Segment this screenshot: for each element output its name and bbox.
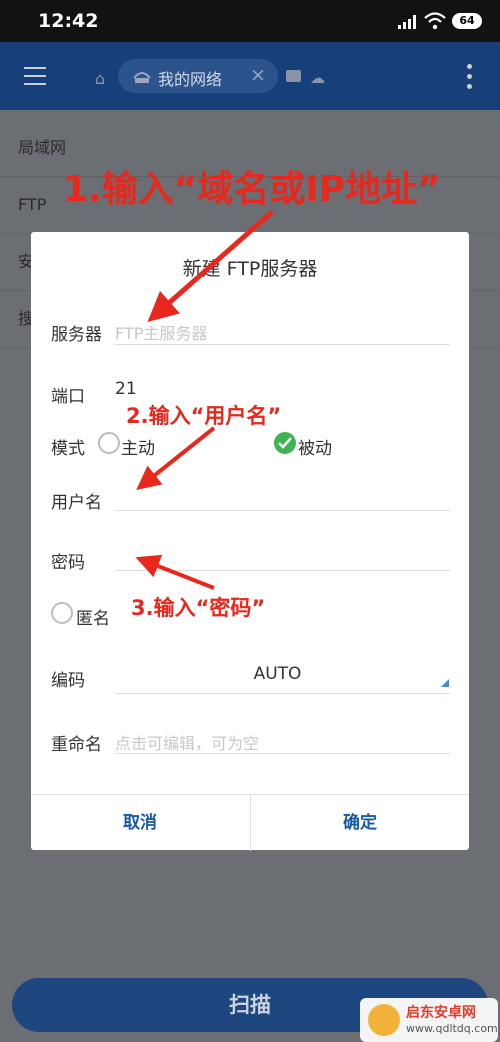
radio-active[interactable]: [98, 432, 120, 454]
server-underline: [115, 344, 450, 345]
encoding-underline: [115, 693, 450, 694]
signal-icon: [398, 15, 416, 29]
rename-label: 重命名: [51, 735, 102, 755]
tab-my-network[interactable]: 我的网络 ×: [118, 59, 278, 93]
check-icon: [278, 437, 292, 449]
home-icon[interactable]: ⌂: [95, 69, 105, 88]
network-icon: [133, 72, 151, 83]
dropdown-icon[interactable]: [441, 679, 449, 687]
encoding-label: 编码: [51, 671, 85, 691]
ok-button[interactable]: 确定: [250, 795, 469, 851]
menu-icon[interactable]: [24, 67, 46, 85]
tab-label: 我的网络: [158, 70, 223, 89]
watermark-logo: 启东安卓网 www.qdltdq.com: [360, 998, 498, 1042]
status-bar: 12:42 64: [0, 0, 500, 42]
chat-icon[interactable]: [286, 70, 301, 82]
more-vert-icon[interactable]: [467, 64, 472, 94]
annotation-step2: 2.输入“用户名”: [126, 404, 282, 428]
watermark-name: 启东安卓网: [406, 1005, 476, 1021]
password-label: 密码: [51, 553, 85, 573]
server-input[interactable]: FTP主服务器: [115, 320, 207, 344]
dialog-button-bar: 取消 确定: [31, 794, 469, 851]
watermark-icon: [368, 1004, 400, 1036]
port-input[interactable]: 21: [115, 379, 137, 399]
mode-passive-label[interactable]: 被动: [298, 434, 332, 459]
watermark-url: www.qdltdq.com: [406, 1022, 498, 1035]
port-label: 端口: [51, 387, 85, 407]
encoding-select[interactable]: AUTO: [115, 664, 440, 684]
app-bar: ⌂ 我的网络 × ☁: [0, 42, 500, 110]
annotation-step3: 3.输入“密码”: [131, 596, 266, 620]
battery-icon: 64: [452, 13, 482, 29]
mode-label: 模式: [51, 439, 85, 459]
dialog-title: 新建 FTP服务器: [182, 258, 318, 280]
password-input[interactable]: [115, 570, 450, 571]
mode-active-label[interactable]: 主动: [121, 434, 155, 459]
username-label: 用户名: [51, 493, 102, 513]
cloud-icon[interactable]: ☁: [310, 69, 325, 87]
username-input[interactable]: [115, 510, 450, 511]
anonymous-checkbox[interactable]: [51, 602, 73, 624]
rename-underline: [115, 753, 450, 754]
annotation-step1: 1.输入“域名或IP地址”: [63, 169, 441, 210]
wifi-icon: [424, 12, 446, 30]
cancel-button[interactable]: 取消: [31, 795, 249, 851]
rename-input[interactable]: 点击可编辑，可为空: [115, 730, 259, 754]
close-icon[interactable]: ×: [250, 64, 266, 86]
new-ftp-server-dialog: 新建 FTP服务器 服务器 FTP主服务器 端口 21 模式 主动 被动 用户名…: [31, 232, 469, 851]
status-time: 12:42: [38, 10, 99, 32]
radio-passive-checked[interactable]: [274, 432, 296, 454]
server-label: 服务器: [51, 325, 102, 345]
anonymous-label[interactable]: 匿名: [76, 604, 110, 629]
